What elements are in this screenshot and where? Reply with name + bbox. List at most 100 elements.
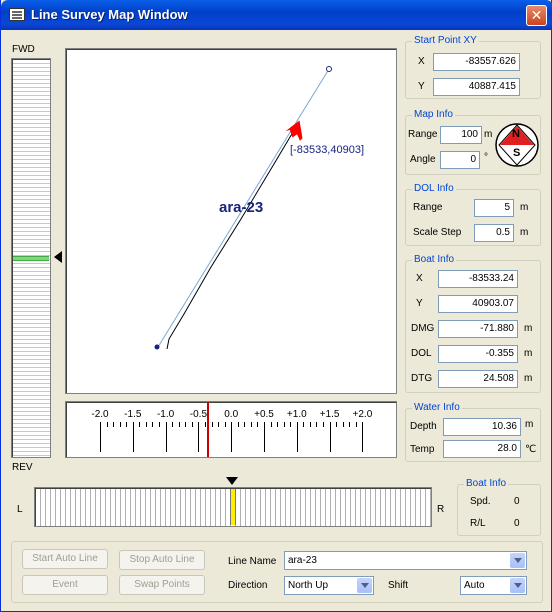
start-y-field[interactable]: 40887.415 [433,78,520,96]
shift-value: Auto [464,580,485,591]
map-angle-label: Angle [410,154,436,165]
map-info-group: Map Info Range 100 m Angle 0 ° N S [405,109,541,175]
start-auto-line-button[interactable]: Start Auto Line [22,549,108,569]
chevron-down-icon[interactable] [510,578,525,593]
scale-minor-tick [145,422,147,427]
dol-field[interactable]: -0.355 [438,345,518,363]
scale-dol-marker [206,402,209,457]
chevron-down-icon[interactable] [357,578,372,593]
map-angle-field[interactable]: 0 [440,151,480,169]
window-app-icon [9,8,25,21]
shift-select[interactable]: Auto [460,576,527,595]
scale-minor-tick [218,422,220,427]
event-button[interactable]: Event [22,575,108,595]
title-bar[interactable]: Line Survey Map Window ✕ [1,0,552,30]
dol-range-label: Range [413,202,443,213]
start-point-group: Start Point XY X -83557.626 Y 40887.415 [405,35,541,99]
line-name-value: ara-23 [288,555,317,566]
scale-minor-tick [342,422,344,427]
boat-speed-group: Boat Info Spd. 0 R/L 0 [457,478,541,536]
scale-minor-tick [204,422,206,427]
dtg-label: DTG [411,373,433,384]
rudder-right-label: R [437,504,445,515]
start-point-marker [154,344,160,350]
map-view[interactable]: [-83533,40903] ara-23 [65,48,397,394]
scale-tick-mark [362,422,364,452]
scale-tick-mark [264,422,265,452]
rev-label: REV [12,462,33,473]
dol-label: DOL [411,348,432,359]
scale-minor-tick [257,422,259,427]
map-range-field[interactable]: 100 [440,126,482,144]
scale-step-label: Scale Step [413,227,462,238]
start-x-label: X [418,56,425,67]
dmg-field[interactable]: -71.880 [438,320,518,338]
end-point-marker [326,66,332,72]
rudder-gauge [34,487,432,527]
chevron-down-icon[interactable] [510,553,525,568]
rl-value: 0 [514,518,520,529]
rudder-level-marker [230,489,236,525]
scale-minor-tick [303,422,305,427]
gauge-level-marker [13,256,49,261]
boat-y-field[interactable]: 40903.07 [438,295,518,313]
dol-info-title: DOL Info [412,183,456,194]
dmg-unit: m [524,323,533,334]
speed-value: 0 [514,496,520,507]
depth-label: Depth [410,421,437,432]
scale-minor-tick [237,422,239,427]
line-name-label: Line Name [228,556,277,567]
temp-unit: ℃ [525,444,537,455]
temp-label: Temp [410,444,435,455]
boat-x-field[interactable]: -83533.24 [438,270,518,288]
rl-label: R/L [470,518,486,529]
scale-tick-mark [198,422,200,452]
fwd-label: FWD [12,44,35,55]
start-point-title: Start Point XY [412,35,479,46]
rudder-pointer-icon [226,477,238,485]
scale-tick-label: -1.0 [156,409,175,420]
swap-points-button[interactable]: Swap Points [119,575,205,595]
scale-minor-tick [172,422,174,427]
controls-group: Start Auto Line Stop Auto Line Event Swa… [11,541,543,603]
depth-field[interactable]: 10.36 [443,418,521,436]
shift-label: Shift [388,580,409,591]
scale-minor-tick [349,422,351,427]
scale-tick-mark [329,422,331,452]
close-button[interactable]: ✕ [526,5,547,26]
dol-scale: -2.0 -1.5 -1.0 -0.5 0.0 +0.5 +1.0 +1.5 +2.0 [65,401,397,458]
compass-north-label: N [512,128,520,140]
scale-minor-tick [211,422,213,427]
stop-auto-line-button[interactable]: Stop Auto Line [119,550,205,570]
scale-tick-label: +1.5 [319,409,340,420]
scale-step-field[interactable]: 0.5 [474,224,514,242]
line-name-select[interactable]: ara-23 [284,551,527,570]
boat-info-group: Boat Info X -83533.24 Y 40903.07 DMG -71… [405,254,541,393]
water-info-title: Water Info [412,402,462,413]
dtg-field[interactable]: 24.508 [438,370,518,388]
line-survey-map-window: Line Survey Map Window ✕ FWD REV [-83533… [0,0,552,612]
scale-tick-mark [231,422,233,452]
scale-minor-tick [277,422,279,427]
direction-select[interactable]: North Up [284,576,374,595]
window-title: Line Survey Map Window [31,7,188,22]
scale-tick-label: 0.0 [224,409,239,420]
map-angle-unit: ° [484,152,488,163]
gauge-pointer-icon [54,251,62,263]
scale-minor-tick [309,422,311,427]
boat-coordinate-label: [-83533,40903] [290,144,365,156]
scale-tick-label: +1.0 [286,409,307,420]
direction-label: Direction [228,580,268,591]
scale-minor-tick [250,422,252,427]
scale-minor-tick [185,422,187,427]
temp-field[interactable]: 28.0 [443,440,521,458]
dol-range-field[interactable]: 5 [474,199,514,217]
scale-tick-label: -1.5 [124,409,142,420]
line-name-overlay: ara-23 [219,199,264,216]
start-x-field[interactable]: -83557.626 [433,53,520,71]
dol-range-unit: m [520,202,529,213]
scale-tick-label: +0.5 [254,409,274,420]
compass-icon: N S [494,122,540,168]
scale-minor-tick [159,422,161,427]
boat-speed-title: Boat Info [464,478,509,489]
